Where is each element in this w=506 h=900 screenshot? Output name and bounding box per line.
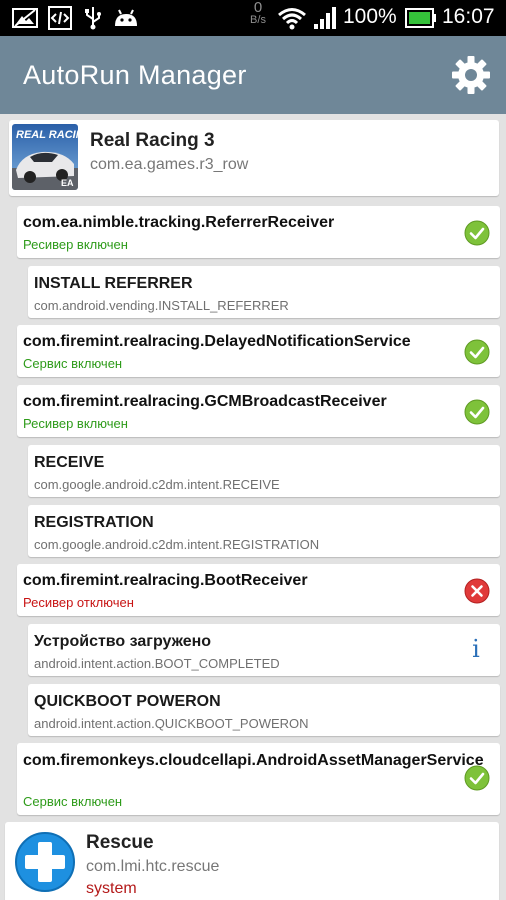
autorun-list[interactable]: REAL RACING EA Real Racing 3 com.ea.game… xyxy=(0,114,506,900)
net-speed: 0 B/s xyxy=(243,0,273,27)
battery-icon xyxy=(405,8,436,28)
component-status: Ресивер отключен xyxy=(23,595,134,610)
real-racing-app-icon: REAL RACING EA xyxy=(12,124,78,190)
component-status: Сервис включен xyxy=(23,794,123,809)
intent-filter-item: RECEIVE com.google.android.c2dm.intent.R… xyxy=(28,445,500,497)
app-package: com.lmi.htc.rescue xyxy=(86,858,220,875)
component-name: com.firemint.realracing.GCMBroadcastRece… xyxy=(23,393,387,410)
app-name: Rescue xyxy=(86,832,154,853)
component-name: com.firemint.realracing.DelayedNotificat… xyxy=(23,333,411,350)
status-bar: 0 B/s 100% 16:07 xyxy=(0,0,506,36)
image-notification-icon xyxy=(12,8,38,28)
component-item[interactable]: com.ea.nimble.tracking.ReferrerReceiver … xyxy=(17,206,500,258)
icon-ea-badge: EA xyxy=(61,178,74,188)
intent-filter-item: INSTALL REFERRER com.android.vending.INS… xyxy=(28,266,500,318)
component-item[interactable]: com.firemint.realracing.GCMBroadcastRece… xyxy=(17,385,500,437)
component-name: com.firemint.realracing.BootReceiver xyxy=(23,572,308,589)
icon-logo-text: REAL RACING xyxy=(16,129,78,141)
intent-action: android.intent.action.BOOT_COMPLETED xyxy=(34,656,280,671)
app-name: Real Racing 3 xyxy=(90,130,215,151)
component-status: Ресивер включен xyxy=(23,416,128,431)
clock: 16:07 xyxy=(442,5,495,28)
enabled-check-icon[interactable] xyxy=(464,339,490,365)
gear-icon[interactable] xyxy=(451,55,491,95)
intent-action: com.google.android.c2dm.intent.REGISTRAT… xyxy=(34,537,320,552)
enabled-check-icon[interactable] xyxy=(464,220,490,246)
intent-filter-item: Устройство загружено android.intent.acti… xyxy=(28,624,500,676)
signal-icon xyxy=(314,7,336,29)
intent-name: RECEIVE xyxy=(34,454,105,471)
component-item[interactable]: com.firemint.realracing.DelayedNotificat… xyxy=(17,325,500,377)
component-item[interactable]: com.firemint.realracing.BootReceiver Рес… xyxy=(17,564,500,616)
component-name: com.ea.nimble.tracking.ReferrerReceiver xyxy=(23,214,335,231)
net-speed-value: 0 xyxy=(253,0,263,16)
app-item-rescue[interactable]: Rescue com.lmi.htc.rescue system xyxy=(5,822,499,900)
wifi-icon xyxy=(278,8,306,30)
app-title: AutoRun Manager xyxy=(23,60,247,90)
code-notification-icon xyxy=(48,6,72,30)
app-bar: AutoRun Manager xyxy=(0,36,506,114)
enabled-check-icon[interactable] xyxy=(464,765,490,791)
intent-action: android.intent.action.QUICKBOOT_POWERON xyxy=(34,716,309,731)
intent-name: Устройство загружено xyxy=(34,633,212,650)
intent-filter-item: QUICKBOOT POWERON android.intent.action.… xyxy=(28,684,500,736)
enabled-check-icon[interactable] xyxy=(464,399,490,425)
battery-percent: 100% xyxy=(343,5,397,28)
component-name: com.firemonkeys.cloudcellapi.AndroidAsse… xyxy=(23,752,484,769)
android-icon xyxy=(115,9,137,26)
app-item-real-racing-3[interactable]: REAL RACING EA Real Racing 3 com.ea.game… xyxy=(9,120,499,196)
net-speed-unit: B/s xyxy=(250,14,266,26)
system-app-label: system xyxy=(86,880,137,897)
intent-action: com.android.vending.INSTALL_REFERRER xyxy=(34,298,289,313)
component-status: Сервис включен xyxy=(23,356,123,371)
app-package: com.ea.games.r3_row xyxy=(90,156,249,173)
intent-filter-item: REGISTRATION com.google.android.c2dm.int… xyxy=(28,505,500,557)
component-status: Ресивер включен xyxy=(23,237,128,252)
disabled-cross-icon[interactable] xyxy=(464,578,490,604)
rescue-app-icon xyxy=(15,832,75,892)
intent-name: QUICKBOOT POWERON xyxy=(34,693,221,710)
info-icon[interactable]: i xyxy=(466,634,486,664)
intent-name: INSTALL REFERRER xyxy=(34,275,193,292)
component-item[interactable]: com.firemonkeys.cloudcellapi.AndroidAsse… xyxy=(17,743,500,815)
intent-action: com.google.android.c2dm.intent.RECEIVE xyxy=(34,477,280,492)
usb-icon xyxy=(85,7,101,30)
intent-name: REGISTRATION xyxy=(34,514,154,531)
